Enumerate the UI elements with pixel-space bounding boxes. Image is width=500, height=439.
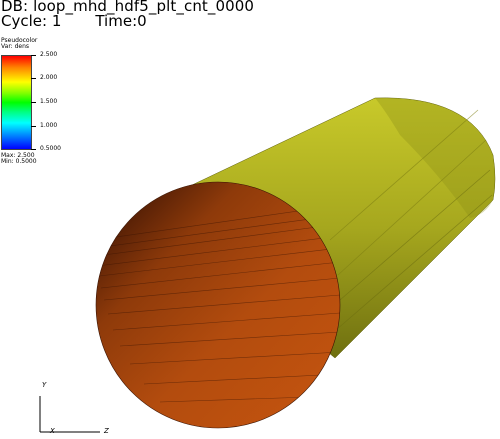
axis-z-label: Z	[104, 427, 109, 435]
cylinder-cap	[95, 181, 341, 429]
axis-y-label: Y	[42, 381, 47, 389]
axis-x-label: X	[50, 427, 55, 435]
render-viewport[interactable]	[0, 0, 500, 439]
axis-triad	[39, 396, 100, 433]
